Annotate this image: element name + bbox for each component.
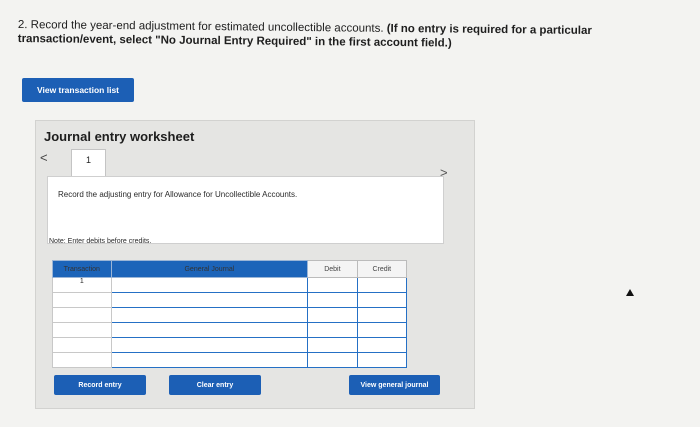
instructions: 2. Record the year-end adjustment for es… — [18, 18, 678, 53]
table-row — [52, 292, 408, 308]
instruction-text: 2. Record the year-end adjustment for es… — [17, 18, 387, 35]
header-general-journal: General Journal — [110, 260, 309, 278]
credit-field[interactable] — [356, 322, 408, 338]
view-general-journal-button[interactable]: View general journal — [349, 375, 440, 395]
debit-field[interactable] — [307, 352, 358, 368]
header-debit: Debit — [307, 260, 358, 278]
clear-entry-button[interactable]: Clear entry — [169, 375, 261, 395]
account-field[interactable] — [110, 322, 309, 338]
account-field[interactable] — [110, 277, 309, 293]
debit-field[interactable] — [307, 307, 358, 323]
note-text: Note: Enter debits before credits. — [49, 238, 152, 245]
account-field[interactable] — [110, 352, 309, 368]
header-transaction: Transaction — [52, 260, 112, 278]
mouse-cursor-icon — [626, 289, 634, 296]
journal-table: Transaction General Journal Debit Credit… — [52, 260, 408, 368]
description-text: Record the adjusting entry for Allowance… — [58, 190, 298, 199]
table-row — [52, 307, 408, 323]
table-row — [52, 337, 408, 353]
transaction-cell — [52, 292, 112, 308]
debit-field[interactable] — [307, 292, 358, 308]
view-transaction-list-button[interactable]: View transaction list — [22, 78, 134, 102]
credit-field[interactable] — [356, 292, 408, 308]
debit-field[interactable] — [307, 337, 358, 353]
journal-entry-worksheet: Journal entry worksheet < 1 > Record the… — [35, 120, 475, 409]
worksheet-title: Journal entry worksheet — [44, 129, 195, 144]
account-field[interactable] — [110, 337, 309, 353]
transaction-cell — [52, 337, 112, 353]
table-row — [52, 322, 408, 338]
header-credit: Credit — [356, 260, 408, 278]
account-field[interactable] — [110, 307, 309, 323]
credit-field[interactable] — [356, 307, 408, 323]
credit-field[interactable] — [356, 337, 408, 353]
debit-field[interactable] — [307, 277, 358, 293]
prev-arrow-icon[interactable]: < — [40, 150, 48, 165]
transaction-cell — [52, 352, 112, 368]
description-box: Record the adjusting entry for Allowance… — [47, 176, 444, 244]
transaction-cell — [52, 307, 112, 323]
transaction-cell: 1 — [52, 277, 112, 293]
transaction-cell — [52, 322, 112, 338]
credit-field[interactable] — [356, 277, 408, 293]
table-row — [52, 352, 408, 368]
record-entry-button[interactable]: Record entry — [54, 375, 146, 395]
debit-field[interactable] — [307, 322, 358, 338]
tab-1[interactable]: 1 — [71, 149, 106, 177]
table-row: 1 — [52, 277, 408, 293]
account-field[interactable] — [110, 292, 309, 308]
credit-field[interactable] — [356, 352, 408, 368]
